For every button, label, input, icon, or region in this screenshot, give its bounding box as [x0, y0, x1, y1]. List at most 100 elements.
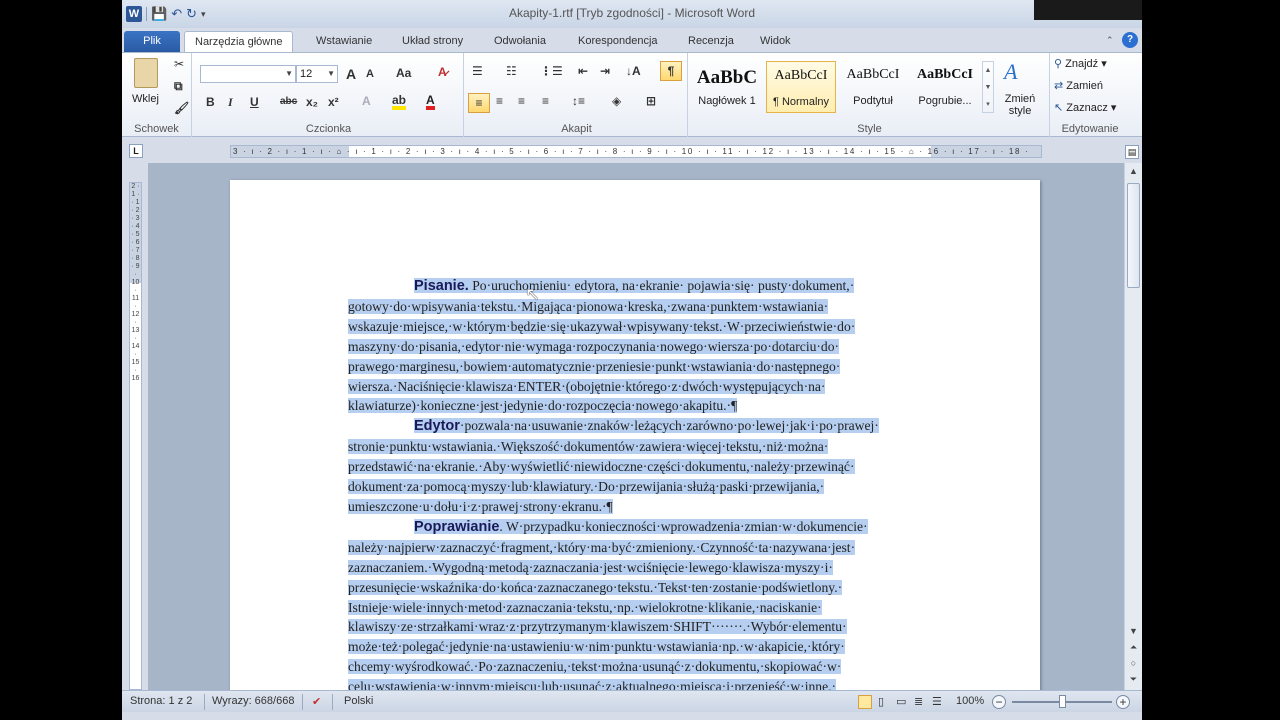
align-left-button[interactable]: ≡ — [468, 93, 490, 113]
cut-icon[interactable]: ✂ — [174, 57, 184, 71]
font-size-combo[interactable]: 12 ▼ — [296, 65, 338, 83]
editing-group: ⚲ Znajdź ▾ ⇄ Zamień ↖ Zaznacz ▾ Edytowan… — [1052, 53, 1128, 137]
change-styles-button[interactable]: Zmień style — [996, 93, 1044, 117]
style-normal[interactable]: AaBbCcI ¶ Normalny — [766, 61, 836, 113]
print-layout-icon[interactable] — [858, 695, 872, 709]
zoom-level[interactable]: 100% — [956, 695, 984, 707]
styles-scroll[interactable]: ▲ ▼ ▾ — [982, 61, 994, 113]
paragraph-editor[interactable]: Edytor·pozwala·na·usuwanie·znaków·leżący… — [348, 416, 938, 517]
zoom-in-icon[interactable]: + — [1116, 695, 1130, 709]
style-sample: AaBbCcI — [774, 68, 828, 83]
word-window: W 💾 ↶ ↻ ▾ Akapity-1.rtf [Tryb zgodności]… — [122, 0, 1142, 720]
view-ruler-icon[interactable]: ▤ — [1125, 145, 1139, 159]
find-button[interactable]: ⚲ Znajdź ▾ — [1054, 57, 1107, 70]
text-line: wiersza.·Naciśnięcie·klawisza·ENTER·(obo… — [348, 378, 826, 394]
paragraph-writing[interactable]: Pisanie. Po·uruchomieniu· edytora, na·ek… — [348, 276, 938, 416]
paste-button[interactable]: Wklej — [132, 93, 159, 105]
web-layout-icon[interactable]: ▭ — [896, 695, 906, 708]
borders-icon[interactable]: ⊞ — [646, 94, 656, 108]
change-styles-icon[interactable]: A — [1004, 59, 1017, 85]
vertical-scrollbar[interactable]: ▲ ▼ ⏶ ○ ⏷ — [1124, 163, 1142, 690]
font-name-combo[interactable]: ▼ — [200, 65, 296, 83]
draft-icon[interactable]: ☰ — [932, 695, 942, 708]
text-line: celu·wstawienia·w·innym·miejscu·lub·usun… — [348, 679, 837, 690]
text-effects-icon[interactable]: A — [362, 94, 371, 108]
tab-file[interactable]: Plik — [124, 31, 180, 52]
increase-indent-icon[interactable]: ⇥ — [600, 64, 610, 78]
scroll-up-icon[interactable]: ▲ — [1127, 165, 1140, 178]
tab-selector[interactable]: L — [129, 144, 143, 158]
document-body[interactable]: Pisanie. Po·uruchomieniu· edytora, na·ek… — [348, 276, 938, 690]
underline-button[interactable]: U — [250, 95, 259, 109]
show-formatting-button[interactable]: ¶ — [660, 61, 682, 81]
select-button[interactable]: ↖ Zaznacz ▾ — [1054, 101, 1116, 114]
paragraph-correcting[interactable]: Poprawianie. W·przypadku·konieczności·wp… — [348, 517, 938, 690]
tab-mailings[interactable]: Korespondencja — [568, 31, 668, 52]
paragraph-group: ☰ ☷ ⋮☰ ⇤ ⇥ ↓A ¶ ≡ ≡ ≡ ≡ ↕≡ ◈ ⊞ Akapit — [466, 53, 688, 137]
decrease-indent-icon[interactable]: ⇤ — [578, 64, 588, 78]
tab-references[interactable]: Odwołania — [484, 31, 556, 52]
style-subtitle[interactable]: AaBbCcI Podtytuł — [838, 61, 908, 113]
align-center-icon[interactable]: ≡ — [496, 94, 503, 108]
replace-button[interactable]: ⇄ Zamień — [1054, 79, 1103, 92]
outline-icon[interactable]: ≣ — [914, 695, 923, 708]
format-painter-icon[interactable]: 🖌 — [174, 101, 189, 115]
full-screen-reading-icon[interactable]: ▯ — [878, 695, 884, 708]
select-icon: ↖ — [1054, 102, 1067, 114]
previous-page-icon[interactable]: ⏶ — [1127, 641, 1140, 654]
clipboard-group: Wklej ✂ ⧉ 🖌 Schowek — [122, 53, 192, 137]
italic-button[interactable]: I — [228, 95, 233, 110]
subscript-button[interactable]: x₂ — [306, 95, 318, 109]
tab-page-layout[interactable]: Układ strony — [392, 31, 473, 52]
scroll-down-icon[interactable]: ▼ — [1127, 625, 1140, 638]
strikethrough-button[interactable]: abc — [280, 96, 297, 107]
highlight-icon[interactable]: ab — [392, 94, 407, 110]
proofing-icon[interactable]: ✔ — [312, 695, 321, 708]
scroll-thumb[interactable] — [1127, 183, 1140, 288]
justify-icon[interactable]: ≡ — [542, 94, 549, 108]
multilevel-list-icon[interactable]: ⋮☰ — [540, 64, 563, 78]
text-line: klawiaturze)·konieczne·jest·jedynie·do·r… — [348, 398, 738, 414]
help-icon[interactable]: ? — [1122, 32, 1138, 48]
minimize-ribbon-icon[interactable]: ⌃ — [1106, 35, 1114, 46]
tab-view[interactable]: Widok — [750, 31, 801, 52]
vertical-ruler[interactable]: 2 · 1 · · 1 · 2 · 3 · 4 · 5 · 6 · 7 · 8 … — [129, 182, 142, 690]
page[interactable]: Pisanie. Po·uruchomieniu· edytora, na·ek… — [230, 180, 1040, 690]
horizontal-ruler[interactable]: 3 · ı · 2 · ı · 1 · ı · ⌂ · ı · 1 · ı · … — [230, 145, 1042, 158]
sort-icon[interactable]: ↓A — [626, 64, 641, 78]
page-indicator[interactable]: Strona: 1 z 2 — [130, 695, 192, 707]
tab-insert[interactable]: Wstawianie — [306, 31, 382, 52]
find-label: Znajdź — [1065, 58, 1099, 70]
shrink-font-icon[interactable]: A — [366, 68, 374, 80]
superscript-button[interactable]: x² — [328, 95, 339, 109]
word-count[interactable]: Wyrazy: 668/668 — [212, 695, 294, 707]
document-area: Pisanie. Po·uruchomieniu· edytora, na·ek… — [148, 163, 1124, 690]
select-label: Zaznacz — [1066, 102, 1108, 114]
style-bold[interactable]: AaBbCcI Pogrubie... — [910, 61, 980, 113]
browse-object-icon[interactable]: ○ — [1127, 657, 1140, 670]
grow-font-icon[interactable]: A — [346, 66, 356, 82]
font-color-icon[interactable]: A — [426, 94, 435, 110]
style-heading1[interactable]: AaBbC Nagłówek 1 — [692, 61, 762, 113]
clipboard-group-label: Schowek — [134, 123, 179, 135]
style-name: Nagłówek 1 — [698, 95, 756, 107]
tab-home[interactable]: Narzędzia główne — [184, 31, 294, 52]
paste-icon[interactable] — [134, 58, 158, 88]
text-line: . W·przypadku·konieczności·wprowadzenia·… — [499, 518, 868, 534]
zoom-out-icon[interactable]: − — [992, 695, 1006, 709]
next-page-icon[interactable]: ⏷ — [1127, 673, 1140, 686]
language[interactable]: Polski — [344, 695, 373, 707]
text-line: należy·najpierw·zaznaczyć·fragment,·któr… — [348, 539, 856, 555]
tab-review[interactable]: Recenzja — [678, 31, 744, 52]
bold-button[interactable]: B — [206, 95, 215, 109]
copy-icon[interactable]: ⧉ — [174, 79, 183, 94]
clear-formatting-icon[interactable]: A̷ — [438, 65, 447, 79]
align-right-icon[interactable]: ≡ — [518, 94, 525, 108]
bullets-icon[interactable]: ☰ — [472, 64, 483, 78]
zoom-slider-thumb[interactable] — [1058, 695, 1066, 708]
line-spacing-icon[interactable]: ↕≡ — [572, 94, 585, 108]
shading-icon[interactable]: ◈ — [612, 94, 621, 108]
numbering-icon[interactable]: ☷ — [506, 64, 517, 78]
change-case-icon[interactable]: Aa — [396, 66, 411, 80]
window-title: Akapity-1.rtf [Tryb zgodności] - Microso… — [508, 6, 756, 20]
